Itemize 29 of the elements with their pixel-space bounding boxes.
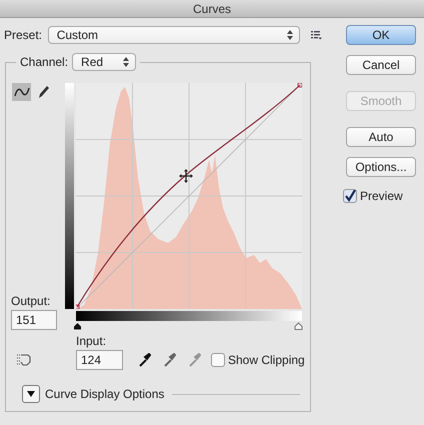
pencil-icon: [38, 85, 50, 99]
dialog-button[interactable]: Options...: [346, 157, 416, 177]
channel-dropdown[interactable]: Red: [72, 53, 136, 71]
input-label: Input:: [76, 334, 108, 348]
show-clipping-checkbox[interactable]: [211, 353, 225, 367]
hand-adjust-icon[interactable]: [16, 352, 32, 367]
preset-label: Preset:: [4, 28, 44, 42]
dialog-button[interactable]: Cancel: [346, 55, 416, 75]
disclosure-button[interactable]: [22, 385, 40, 403]
curve-icon: [14, 87, 30, 97]
up-down-arrows-icon: [287, 30, 294, 40]
output-label: Output:: [11, 294, 52, 308]
eyedropper-icon[interactable]: [139, 353, 151, 367]
channel-label: Channel:: [20, 55, 68, 69]
input-field[interactable]: 124: [76, 350, 123, 370]
caret-icon: [27, 391, 35, 397]
move-cursor-icon: [179, 169, 193, 183]
up-down-arrows-icon: [123, 57, 130, 67]
curve-display-options-label: Curve Display Options: [45, 387, 164, 401]
dialog-button[interactable]: OK: [346, 25, 416, 45]
menu-icon[interactable]: [311, 30, 322, 40]
window-title: Curves: [192, 2, 231, 16]
show-clipping-label: Show Clipping: [228, 353, 305, 367]
dialog-button[interactable]: Auto: [346, 127, 416, 147]
preview-checkbox[interactable]: [343, 189, 357, 203]
preset-dropdown[interactable]: Custom: [48, 26, 300, 44]
output-field[interactable]: 151: [11, 310, 57, 330]
curve-tool[interactable]: [12, 83, 31, 101]
preview-label: Preview: [360, 189, 403, 203]
